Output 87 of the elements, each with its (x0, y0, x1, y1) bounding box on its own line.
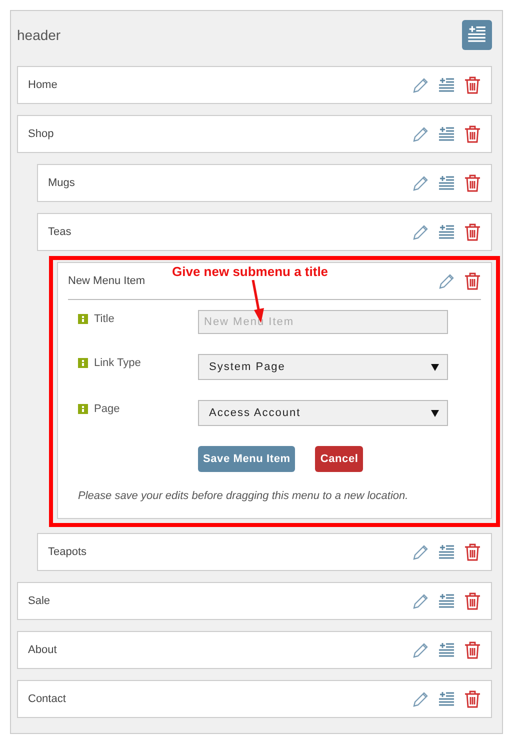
menu-item-row[interactable]: Teas (37, 213, 492, 251)
header-title: header (17, 27, 61, 43)
pencil-icon (412, 76, 429, 94)
field-label: Title (94, 313, 114, 325)
add-submenu-button[interactable] (438, 690, 455, 708)
list-add-icon (438, 544, 455, 560)
item-label: Home (28, 79, 58, 91)
add-submenu-button[interactable] (438, 126, 455, 142)
trash-icon (464, 125, 481, 143)
add-submenu-button[interactable] (438, 592, 455, 610)
delete-button[interactable] (464, 690, 481, 708)
list-add-icon (438, 690, 455, 708)
delete-button[interactable] (464, 174, 481, 192)
delete-button[interactable] (464, 223, 481, 241)
trash-icon (464, 76, 481, 94)
pencil-icon (412, 544, 429, 560)
info-icon (78, 358, 88, 368)
add-submenu-button[interactable] (438, 642, 455, 658)
pencil-icon (412, 642, 429, 658)
trash-icon (464, 690, 481, 708)
delete-button[interactable] (464, 592, 481, 610)
select-field[interactable]: System Page (198, 354, 448, 380)
cancel-button[interactable]: Cancel (315, 446, 364, 472)
edit-button[interactable] (412, 690, 429, 708)
edit-button[interactable] (412, 126, 429, 142)
menu-item-row[interactable]: About (17, 631, 492, 669)
menu-item-row[interactable]: Sale (17, 582, 492, 620)
menu-item-row[interactable]: Teapots (37, 533, 492, 571)
trash-icon (464, 174, 481, 192)
menu-item-row[interactable]: Contact (17, 680, 492, 718)
save-button[interactable]: Save Menu Item (198, 446, 296, 472)
edit-button[interactable] (412, 174, 429, 192)
caret-icon (431, 410, 439, 416)
help-note: Please save your edits before dragging this menu to a new location. (78, 490, 410, 502)
delete-button[interactable] (464, 76, 481, 94)
list-add-icon (438, 76, 455, 94)
pencil-icon (412, 592, 429, 610)
item-label: Mugs (48, 177, 75, 189)
trash-icon (464, 641, 481, 659)
pencil-icon (412, 174, 429, 192)
menu-item-row[interactable]: Mugs (37, 164, 492, 202)
info-icon (78, 314, 88, 324)
add-submenu-button[interactable] (438, 76, 455, 94)
field-label: Link Type (94, 357, 141, 369)
edit-button[interactable] (412, 592, 429, 610)
add-submenu-button[interactable] (438, 544, 455, 560)
caret-icon (431, 364, 439, 370)
item-label: New Menu Item (68, 275, 146, 287)
menu-item-row[interactable]: Home (17, 66, 492, 104)
edit-button[interactable] (438, 272, 455, 290)
list-add-icon (467, 25, 487, 45)
item-label: Sale (28, 595, 50, 607)
edit-button[interactable] (412, 76, 429, 94)
list-add-icon (438, 126, 455, 142)
trash-icon (464, 592, 481, 610)
delete-button[interactable] (464, 272, 481, 290)
annotation-text: Give new submenu a title (172, 264, 328, 279)
list-add-icon (438, 642, 455, 658)
delete-button[interactable] (464, 125, 481, 143)
list-add-icon (438, 592, 455, 610)
item-label: Contact (28, 693, 66, 705)
item-label: Shop (28, 128, 54, 140)
add-menu-button[interactable] (462, 20, 492, 50)
info-icon (78, 404, 88, 414)
list-add-icon (438, 224, 455, 240)
item-label: Teapots (48, 546, 87, 558)
edit-button[interactable] (412, 642, 429, 658)
edit-button[interactable] (412, 544, 429, 560)
trash-icon (464, 272, 481, 290)
add-submenu-button[interactable] (438, 174, 455, 192)
pencil-icon (412, 126, 429, 142)
item-label: Teas (48, 226, 72, 238)
list-add-icon (438, 174, 455, 192)
select-field[interactable]: Access Account (198, 400, 448, 426)
pencil-icon (438, 272, 455, 290)
pencil-icon (412, 690, 429, 708)
item-label: About (28, 644, 57, 656)
pencil-icon (412, 224, 429, 240)
delete-button[interactable] (464, 543, 481, 561)
add-submenu-button[interactable] (438, 224, 455, 240)
delete-button[interactable] (464, 641, 481, 659)
field-label: Page (94, 403, 120, 415)
trash-icon (464, 543, 481, 561)
trash-icon (464, 223, 481, 241)
edit-button[interactable] (412, 224, 429, 240)
menu-item-row[interactable]: Shop (17, 115, 492, 153)
title-input[interactable]: New Menu Item (198, 310, 448, 334)
